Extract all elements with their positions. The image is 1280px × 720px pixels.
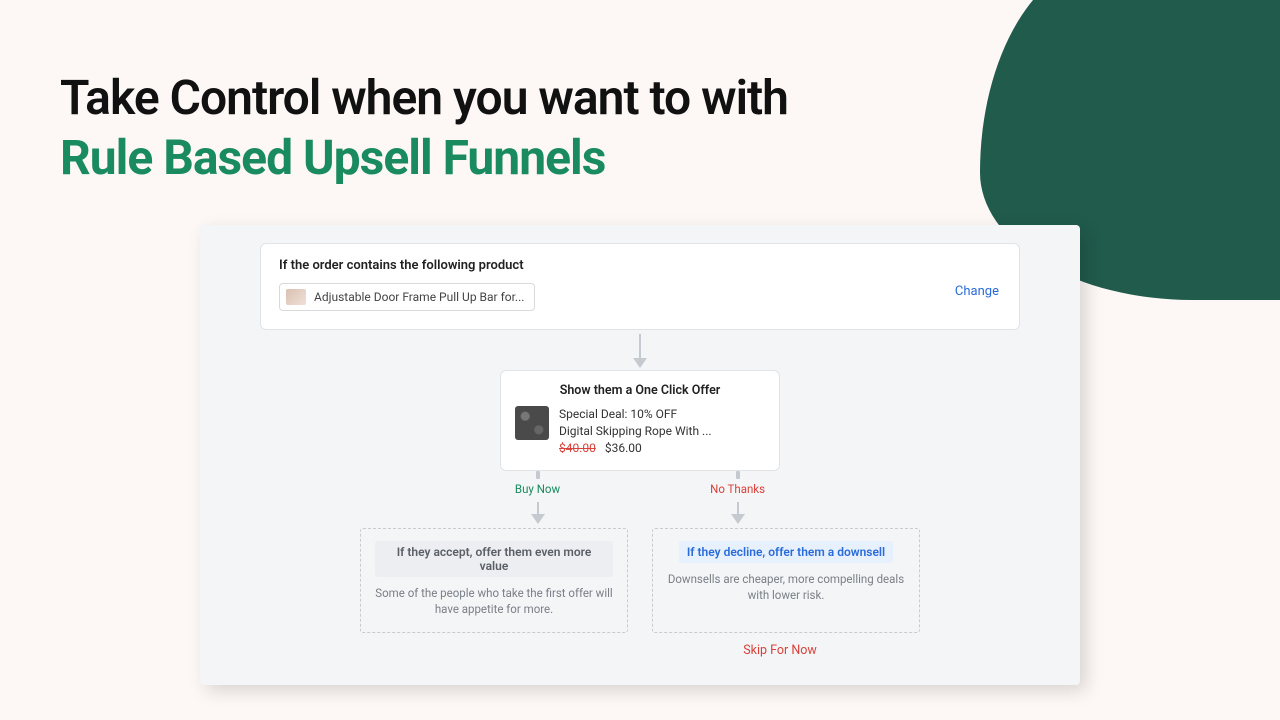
- funnel-editor-panel: If the order contains the following prod…: [200, 225, 1080, 685]
- headline-line2: Rule Based Upsell Funnels: [60, 129, 605, 186]
- decline-branch: No Thanks: [710, 471, 765, 526]
- headline-line1: Take Control when you want to with: [60, 69, 788, 126]
- accept-result-card[interactable]: If they accept, offer them even more val…: [360, 528, 628, 632]
- accept-result-badge: If they accept, offer them even more val…: [375, 541, 613, 577]
- decline-result-badge: If they decline, offer them a downsell: [679, 541, 893, 563]
- skip-link[interactable]: Skip For Now: [540, 643, 1020, 658]
- result-row: If they accept, offer them even more val…: [260, 528, 1020, 632]
- product-thumb-icon: [286, 289, 306, 305]
- trigger-card: If the order contains the following prod…: [260, 243, 1020, 330]
- accept-branch: Buy Now: [515, 471, 560, 526]
- trigger-title: If the order contains the following prod…: [279, 258, 1001, 273]
- page-headline: Take Control when you want to with Rule …: [60, 68, 788, 188]
- change-product-link[interactable]: Change: [955, 284, 999, 299]
- offer-product-line: Digital Skipping Rope With ...: [559, 423, 712, 440]
- offer-title: Show them a One Click Offer: [515, 383, 765, 398]
- offer-card[interactable]: Show them a One Click Offer Special Deal…: [500, 370, 780, 471]
- accept-result-desc: Some of the people who take the first of…: [375, 585, 613, 617]
- branch-row: Buy Now No Thanks: [260, 471, 1020, 526]
- offer-deal-line: Special Deal: 10% OFF: [559, 406, 712, 423]
- connector-icon: [536, 471, 540, 479]
- decline-result-card[interactable]: If they decline, offer them a downsell D…: [652, 528, 920, 632]
- arrow-down-icon: [731, 502, 745, 524]
- offer-price-old: $40.00: [559, 441, 596, 455]
- offer-product-thumb-icon: [515, 406, 549, 440]
- connector-icon: [736, 471, 740, 479]
- offer-price-new: $36.00: [605, 441, 642, 455]
- decline-branch-label: No Thanks: [710, 482, 765, 496]
- decline-result-desc: Downsells are cheaper, more compelling d…: [667, 571, 905, 603]
- arrow-down-icon: [531, 502, 545, 524]
- accept-branch-label: Buy Now: [515, 482, 560, 496]
- trigger-product-chip[interactable]: Adjustable Door Frame Pull Up Bar for...: [279, 283, 535, 311]
- offer-text: Special Deal: 10% OFF Digital Skipping R…: [559, 406, 712, 456]
- arrow-down-icon: [260, 334, 1020, 368]
- trigger-product-name: Adjustable Door Frame Pull Up Bar for...: [314, 290, 524, 304]
